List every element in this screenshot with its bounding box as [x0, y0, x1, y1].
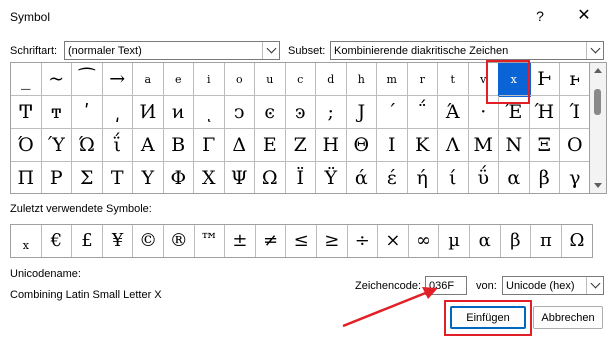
arrow-shaft	[342, 290, 429, 328]
annotation-arrow	[342, 287, 438, 328]
